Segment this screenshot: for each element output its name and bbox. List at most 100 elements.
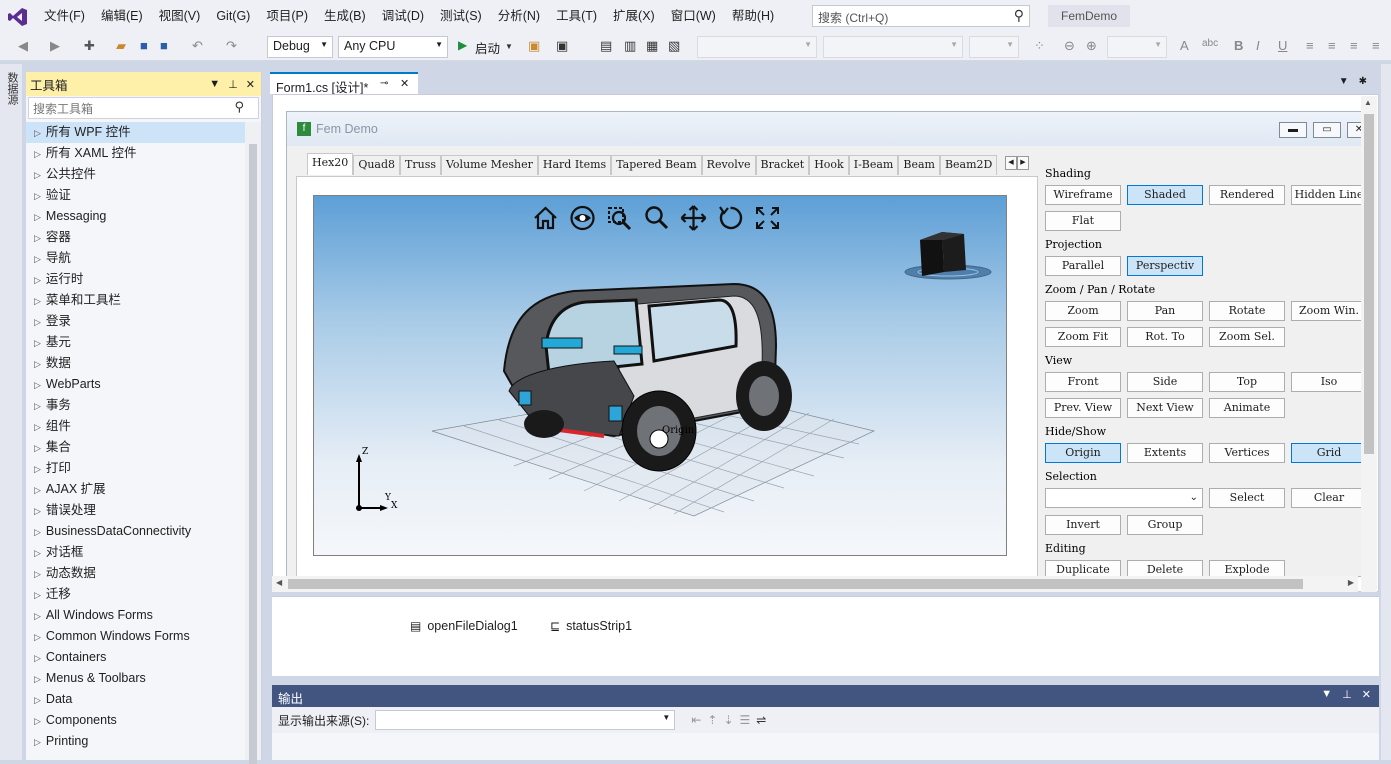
grid-toggle-button[interactable]: Grid [1291, 443, 1367, 463]
animate-button[interactable]: Animate [1209, 398, 1285, 418]
expand-arrow-icon[interactable]: ▷ [34, 485, 41, 495]
zoom-dropdown[interactable]: ▼ [1107, 36, 1167, 58]
expand-arrow-icon[interactable]: ▷ [34, 296, 41, 306]
toolbox-category[interactable]: ▷ 所有 WPF 控件 [26, 122, 246, 143]
previous-view-button[interactable]: Prev. View [1045, 398, 1121, 418]
zoom-selection-button[interactable]: Zoom Sel. [1209, 327, 1285, 347]
toolbox-category[interactable]: ▷ 事务 [26, 395, 246, 416]
configuration-dropdown[interactable]: Debug ▼ [267, 36, 333, 58]
model-tab[interactable]: Quad8 [353, 155, 401, 175]
toolbox-category[interactable]: ▷ WebParts [26, 374, 246, 395]
clear-button[interactable]: Clear [1291, 488, 1367, 508]
expand-arrow-icon[interactable]: ▷ [34, 233, 41, 243]
toolbox-category[interactable]: ▷ Messaging [26, 206, 246, 227]
expand-arrow-icon[interactable]: ▷ [34, 632, 41, 642]
expand-arrow-icon[interactable]: ▷ [34, 170, 41, 180]
toolbox-category[interactable]: ▷ Components [26, 710, 246, 731]
browse-icon[interactable]: ▣ [528, 38, 540, 56]
flat-button[interactable]: Flat [1045, 211, 1121, 231]
scroll-right-icon[interactable]: ▶ [1348, 578, 1354, 587]
tab-order-icon[interactable]: ▧ [668, 38, 680, 56]
group-icon[interactable]: ▦ [646, 38, 658, 56]
clear-all-icon[interactable]: ☰ [740, 713, 751, 727]
menu-tools[interactable]: 工具(T) [548, 0, 605, 33]
pin-icon[interactable]: ⊥ [228, 78, 238, 91]
vertices-toggle-button[interactable]: Vertices [1209, 443, 1285, 463]
zoom-fit-button[interactable]: Zoom Fit [1045, 327, 1121, 347]
align-right-icon[interactable]: ≡ [1350, 38, 1358, 56]
model-tab[interactable]: I-Beam [848, 155, 899, 175]
next-view-button[interactable]: Next View [1127, 398, 1203, 418]
settings-gear-icon[interactable]: ✱ [1359, 76, 1367, 87]
menu-project[interactable]: 项目(P) [258, 0, 316, 33]
start-dropdown-icon[interactable]: ▼ [505, 42, 513, 60]
minimize-button[interactable]: ▬ [1279, 122, 1307, 138]
selection-mode-dropdown[interactable]: ⌄ [1045, 488, 1203, 508]
platform-dropdown[interactable]: Any CPU ▼ [338, 36, 448, 58]
navigate-back-icon[interactable]: ◀ [18, 38, 28, 56]
tab-scroll-left-icon[interactable]: ◀ [1005, 156, 1017, 170]
model-tab[interactable]: Tapered Beam [611, 155, 702, 175]
toolbox-category[interactable]: ▷ 组件 [26, 416, 246, 437]
toolbox-category[interactable]: ▷ AJAX 扩展 [26, 479, 246, 500]
align-icon[interactable]: ▥ [624, 38, 636, 56]
search-input[interactable]: 搜索 (Ctrl+Q) ⚲ [812, 5, 1030, 27]
close-icon[interactable]: ✕ [1362, 688, 1371, 701]
toolbox-category[interactable]: ▷ Containers [26, 647, 246, 668]
bold-icon[interactable]: B [1234, 38, 1243, 56]
find-message-icon[interactable]: ⇤ [691, 713, 701, 727]
expand-arrow-icon[interactable]: ▷ [34, 506, 41, 516]
start-button-label[interactable]: 启动 [475, 38, 500, 56]
menu-view[interactable]: 视图(V) [151, 0, 209, 33]
close-icon[interactable]: ✕ [246, 78, 255, 91]
justify-icon[interactable]: ≡ [1372, 38, 1380, 56]
font-color-icon[interactable]: A [1180, 38, 1189, 56]
designer-horizontal-scrollbar[interactable]: ◀ ▶ [272, 576, 1358, 592]
scroll-left-icon[interactable]: ◀ [276, 578, 282, 587]
toolbox-category[interactable]: ▷ Common Windows Forms [26, 626, 246, 647]
expand-arrow-icon[interactable]: ▷ [34, 359, 41, 369]
perspective-button[interactable]: Perspectiv [1127, 256, 1203, 276]
iso-view-button[interactable]: Iso [1291, 372, 1367, 392]
select-button[interactable]: Select [1209, 488, 1285, 508]
invert-button[interactable]: Invert [1045, 515, 1121, 535]
expand-arrow-icon[interactable]: ▷ [34, 128, 41, 138]
italic-icon[interactable]: I [1256, 38, 1260, 56]
toolbox-category[interactable]: ▷ 运行时 [26, 269, 246, 290]
scrollbar-thumb[interactable] [288, 579, 1303, 589]
toolbox-category[interactable]: ▷ Printing [26, 731, 246, 752]
menu-git[interactable]: Git(G) [208, 0, 258, 33]
spell-check-icon[interactable]: abc [1202, 38, 1218, 56]
data-sources-tab[interactable]: 数据源 [4, 72, 20, 105]
model-tab[interactable]: Hex20 [307, 153, 354, 175]
3d-viewport[interactable]: Origin Z Y X [313, 195, 1007, 556]
previous-message-icon[interactable]: ⇡ [707, 713, 717, 727]
expand-arrow-icon[interactable]: ▷ [34, 212, 41, 222]
format-icon[interactable]: ⁘ [1034, 38, 1045, 56]
expand-arrow-icon[interactable]: ▷ [34, 653, 41, 663]
toolbox-category[interactable]: ▷ 数据 [26, 353, 246, 374]
font-name-dropdown[interactable]: ▼ [697, 36, 817, 58]
tab-scroll-right-icon[interactable]: ▶ [1017, 156, 1029, 170]
start-play-icon[interactable]: ▶ [458, 38, 467, 56]
component-status-strip[interactable]: ⊑ statusStrip1 [550, 619, 632, 633]
expand-arrow-icon[interactable]: ▷ [34, 338, 41, 348]
rendered-button[interactable]: Rendered [1209, 185, 1285, 205]
group-button[interactable]: Group [1127, 515, 1203, 535]
parallel-button[interactable]: Parallel [1045, 256, 1121, 276]
expand-arrow-icon[interactable]: ▷ [34, 380, 41, 390]
extents-toggle-button[interactable]: Extents [1127, 443, 1203, 463]
menu-analyze[interactable]: 分析(N) [490, 0, 548, 33]
model-tab[interactable]: Beam [898, 155, 940, 175]
output-source-dropdown[interactable]: ▼ [375, 710, 676, 730]
scroll-up-icon[interactable]: ▲ [1364, 98, 1372, 107]
expand-arrow-icon[interactable]: ▷ [34, 590, 41, 600]
form-window[interactable]: f Fem Demo ▬ ▭ ✕ Hex20 Quad8 Truss Volume M… [286, 111, 1376, 580]
front-view-button[interactable]: Front [1045, 372, 1121, 392]
toolbox-category[interactable]: ▷ 公共控件 [26, 164, 246, 185]
shaded-button[interactable]: Shaded [1127, 185, 1203, 205]
tab-form1-designer[interactable]: Form1.cs [设计]* ⊸ ✕ [270, 72, 418, 95]
expand-arrow-icon[interactable]: ▷ [34, 569, 41, 579]
zoom-window-button[interactable]: Zoom Win. [1291, 301, 1367, 321]
expand-arrow-icon[interactable]: ▷ [34, 443, 41, 453]
